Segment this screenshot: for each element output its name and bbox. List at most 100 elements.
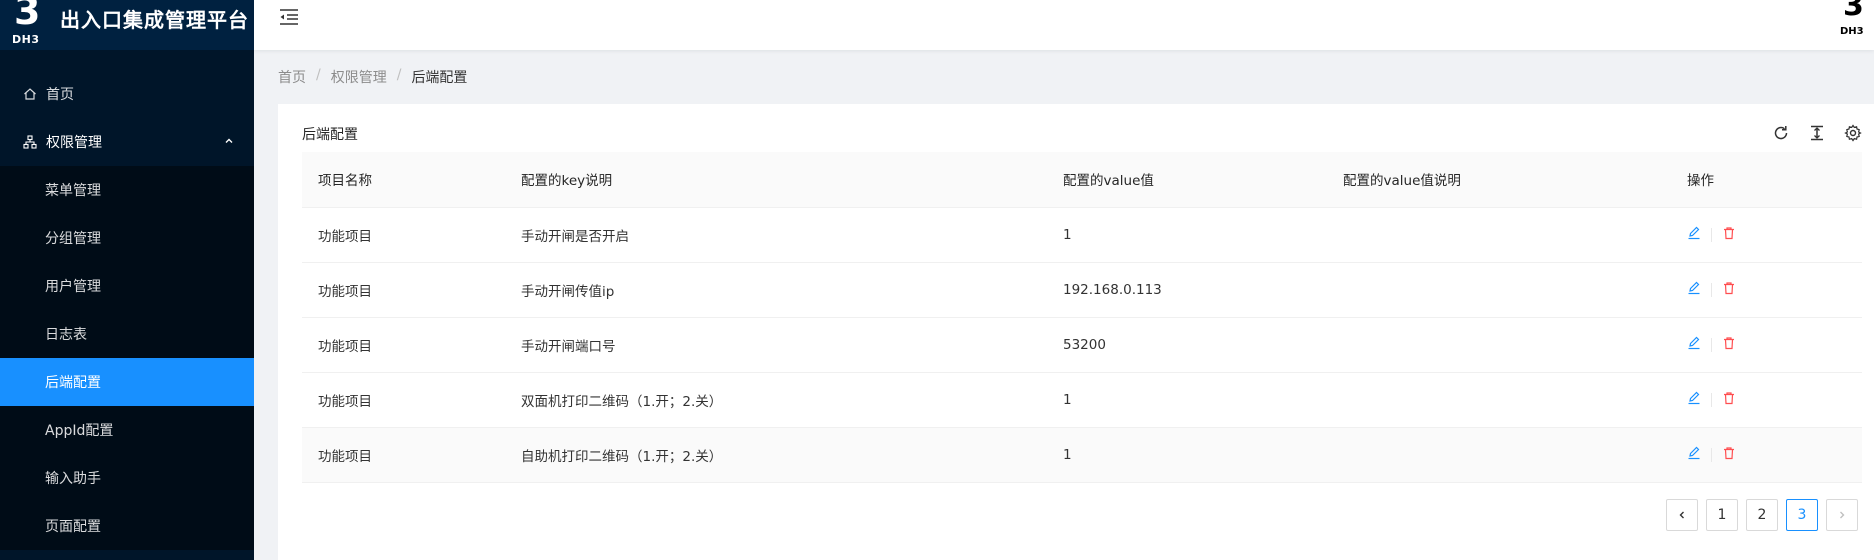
chevron-left-icon: [1679, 511, 1684, 519]
delete-icon[interactable]: [1722, 391, 1736, 409]
sidebar-item-label: AppId配置: [45, 423, 114, 439]
table-row: 功能项目 双面机打印二维码（1.开；2.关） 1: [302, 372, 1862, 428]
cell-name: 功能项目: [302, 427, 505, 483]
column-header: 配置的key说明: [505, 152, 1047, 208]
edit-icon[interactable]: [1687, 281, 1701, 299]
cell-name: 功能项目: [302, 207, 505, 263]
column-header: 项目名称: [302, 152, 505, 208]
breadcrumb-separator: /: [396, 67, 402, 83]
delete-icon[interactable]: [1722, 226, 1736, 244]
cell-value: 1: [1047, 372, 1327, 428]
cell-actions: [1671, 262, 1862, 318]
cell-value-desc: [1327, 207, 1671, 263]
edit-icon[interactable]: [1687, 391, 1701, 409]
column-header: 配置的value值说明: [1327, 152, 1671, 208]
action-divider: [1711, 337, 1712, 352]
sidebar-item-label: 首页: [46, 87, 74, 103]
cell-key-desc: 手动开闸端口号: [505, 317, 1047, 373]
brand[interactable]: 3 DH3 出入口集成管理平台: [0, 0, 254, 50]
sidebar-item-label: 权限管理: [46, 135, 102, 151]
sidebar-item-label: 分组管理: [45, 231, 101, 247]
sidebar-item-appid-config[interactable]: AppId配置: [0, 406, 254, 454]
sidebar-item-menu-management[interactable]: 菜单管理: [0, 166, 254, 214]
home-icon: [22, 86, 38, 102]
edit-icon[interactable]: [1687, 446, 1701, 464]
breadcrumb-separator: /: [316, 67, 321, 83]
reload-icon[interactable]: [1772, 124, 1790, 142]
breadcrumb-current: 后端配置: [411, 70, 468, 86]
sidebar-item-label: 日志表: [45, 327, 87, 343]
cell-value-desc: [1327, 317, 1671, 373]
breadcrumb-section[interactable]: 权限管理: [331, 67, 387, 87]
header-logo-digit: 3: [1843, 0, 1864, 23]
cell-name: 功能项目: [302, 262, 505, 318]
sidebar-item-home[interactable]: 首页: [0, 70, 254, 118]
sidebar-item-backend-config[interactable]: 后端配置: [0, 358, 254, 406]
config-card: 后端配置 项目名称 配置的key说明 配置的value值 配置的value值说明…: [278, 104, 1874, 560]
table-header-row: 项目名称 配置的key说明 配置的value值 配置的value值说明 操作: [302, 152, 1862, 208]
header-logo-text: DH3: [1840, 26, 1864, 37]
cell-actions: [1671, 317, 1862, 373]
brand-logo: 3 DH3: [12, 0, 46, 48]
sidebar-item-label: 输入助手: [45, 471, 101, 487]
column-header: 操作: [1671, 152, 1862, 208]
cell-key-desc: 双面机打印二维码（1.开；2.关）: [505, 372, 1047, 428]
page-button-2[interactable]: 2: [1746, 499, 1778, 531]
prev-page-button[interactable]: [1666, 499, 1698, 531]
chevron-up-icon: [224, 134, 234, 150]
edit-icon[interactable]: [1687, 336, 1701, 354]
cell-key-desc: 自助机打印二维码（1.开；2.关）: [505, 427, 1047, 483]
action-divider: [1711, 227, 1712, 242]
action-divider: [1711, 447, 1712, 462]
sidebar-item-group-management[interactable]: 分组管理: [0, 214, 254, 262]
delete-icon[interactable]: [1722, 336, 1736, 354]
brand-logo-text: DH3: [12, 33, 40, 46]
sidebar-item-page-config[interactable]: 页面配置: [0, 502, 254, 550]
setting-icon[interactable]: [1844, 124, 1862, 142]
table-toolbar: [1772, 124, 1862, 142]
header-logo: 3 DH3: [1840, 0, 1866, 40]
cell-value: 1: [1047, 207, 1327, 263]
cell-key-desc: 手动开闸传值ip: [505, 262, 1047, 318]
cell-value: 192.168.0.113: [1047, 262, 1327, 318]
sidebar: 3 DH3 出入口集成管理平台 首页 权限管理 菜单管理 分组管理 用户管理 日…: [0, 0, 254, 560]
cell-actions: [1671, 427, 1862, 483]
chevron-right-icon: [1840, 511, 1845, 519]
breadcrumb: 首页 / 权限管理 / 后端配置: [278, 67, 467, 87]
cell-value-desc: [1327, 372, 1671, 428]
cell-name: 功能项目: [302, 372, 505, 428]
cluster-icon: [22, 134, 38, 150]
cell-value: 53200: [1047, 317, 1327, 373]
table-row: 功能项目 手动开闸端口号 53200: [302, 317, 1862, 373]
delete-icon[interactable]: [1722, 281, 1736, 299]
sidebar-item-label: 后端配置: [45, 375, 101, 391]
config-table: 项目名称 配置的key说明 配置的value值 配置的value值说明 操作 功…: [302, 152, 1862, 483]
sidebar-item-permissions[interactable]: 权限管理: [0, 118, 254, 166]
sidebar-item-label: 用户管理: [45, 279, 101, 295]
cell-actions: [1671, 372, 1862, 428]
cell-value: 1: [1047, 427, 1327, 483]
sidebar-item-user-management[interactable]: 用户管理: [0, 262, 254, 310]
cell-value-desc: [1327, 262, 1671, 318]
sidebar-item-input-helper[interactable]: 输入助手: [0, 454, 254, 502]
brand-logo-digit: 3: [14, 0, 41, 33]
cell-actions: [1671, 207, 1862, 263]
table-row: 功能项目 手动开闸是否开启 1: [302, 207, 1862, 263]
breadcrumb-home[interactable]: 首页: [278, 67, 306, 87]
page-button-3[interactable]: 3: [1786, 499, 1818, 531]
sidebar-item-log-table[interactable]: 日志表: [0, 310, 254, 358]
table-row: 功能项目 手动开闸传值ip 192.168.0.113: [302, 262, 1862, 318]
menu-fold-icon[interactable]: [278, 7, 300, 27]
delete-icon[interactable]: [1722, 446, 1736, 464]
edit-icon[interactable]: [1687, 226, 1701, 244]
card-title: 后端配置: [302, 127, 358, 143]
submenu-permissions: 菜单管理 分组管理 用户管理 日志表 后端配置 AppId配置 输入助手 页面配…: [0, 166, 254, 550]
column-height-icon[interactable]: [1808, 124, 1826, 142]
table-row: 功能项目 自助机打印二维码（1.开；2.关） 1: [302, 427, 1862, 483]
page-button-1[interactable]: 1: [1706, 499, 1738, 531]
next-page-button[interactable]: [1826, 499, 1858, 531]
cell-value-desc: [1327, 427, 1671, 483]
cell-name: 功能项目: [302, 317, 505, 373]
column-header: 配置的value值: [1047, 152, 1327, 208]
sidebar-item-label: 菜单管理: [45, 183, 101, 199]
